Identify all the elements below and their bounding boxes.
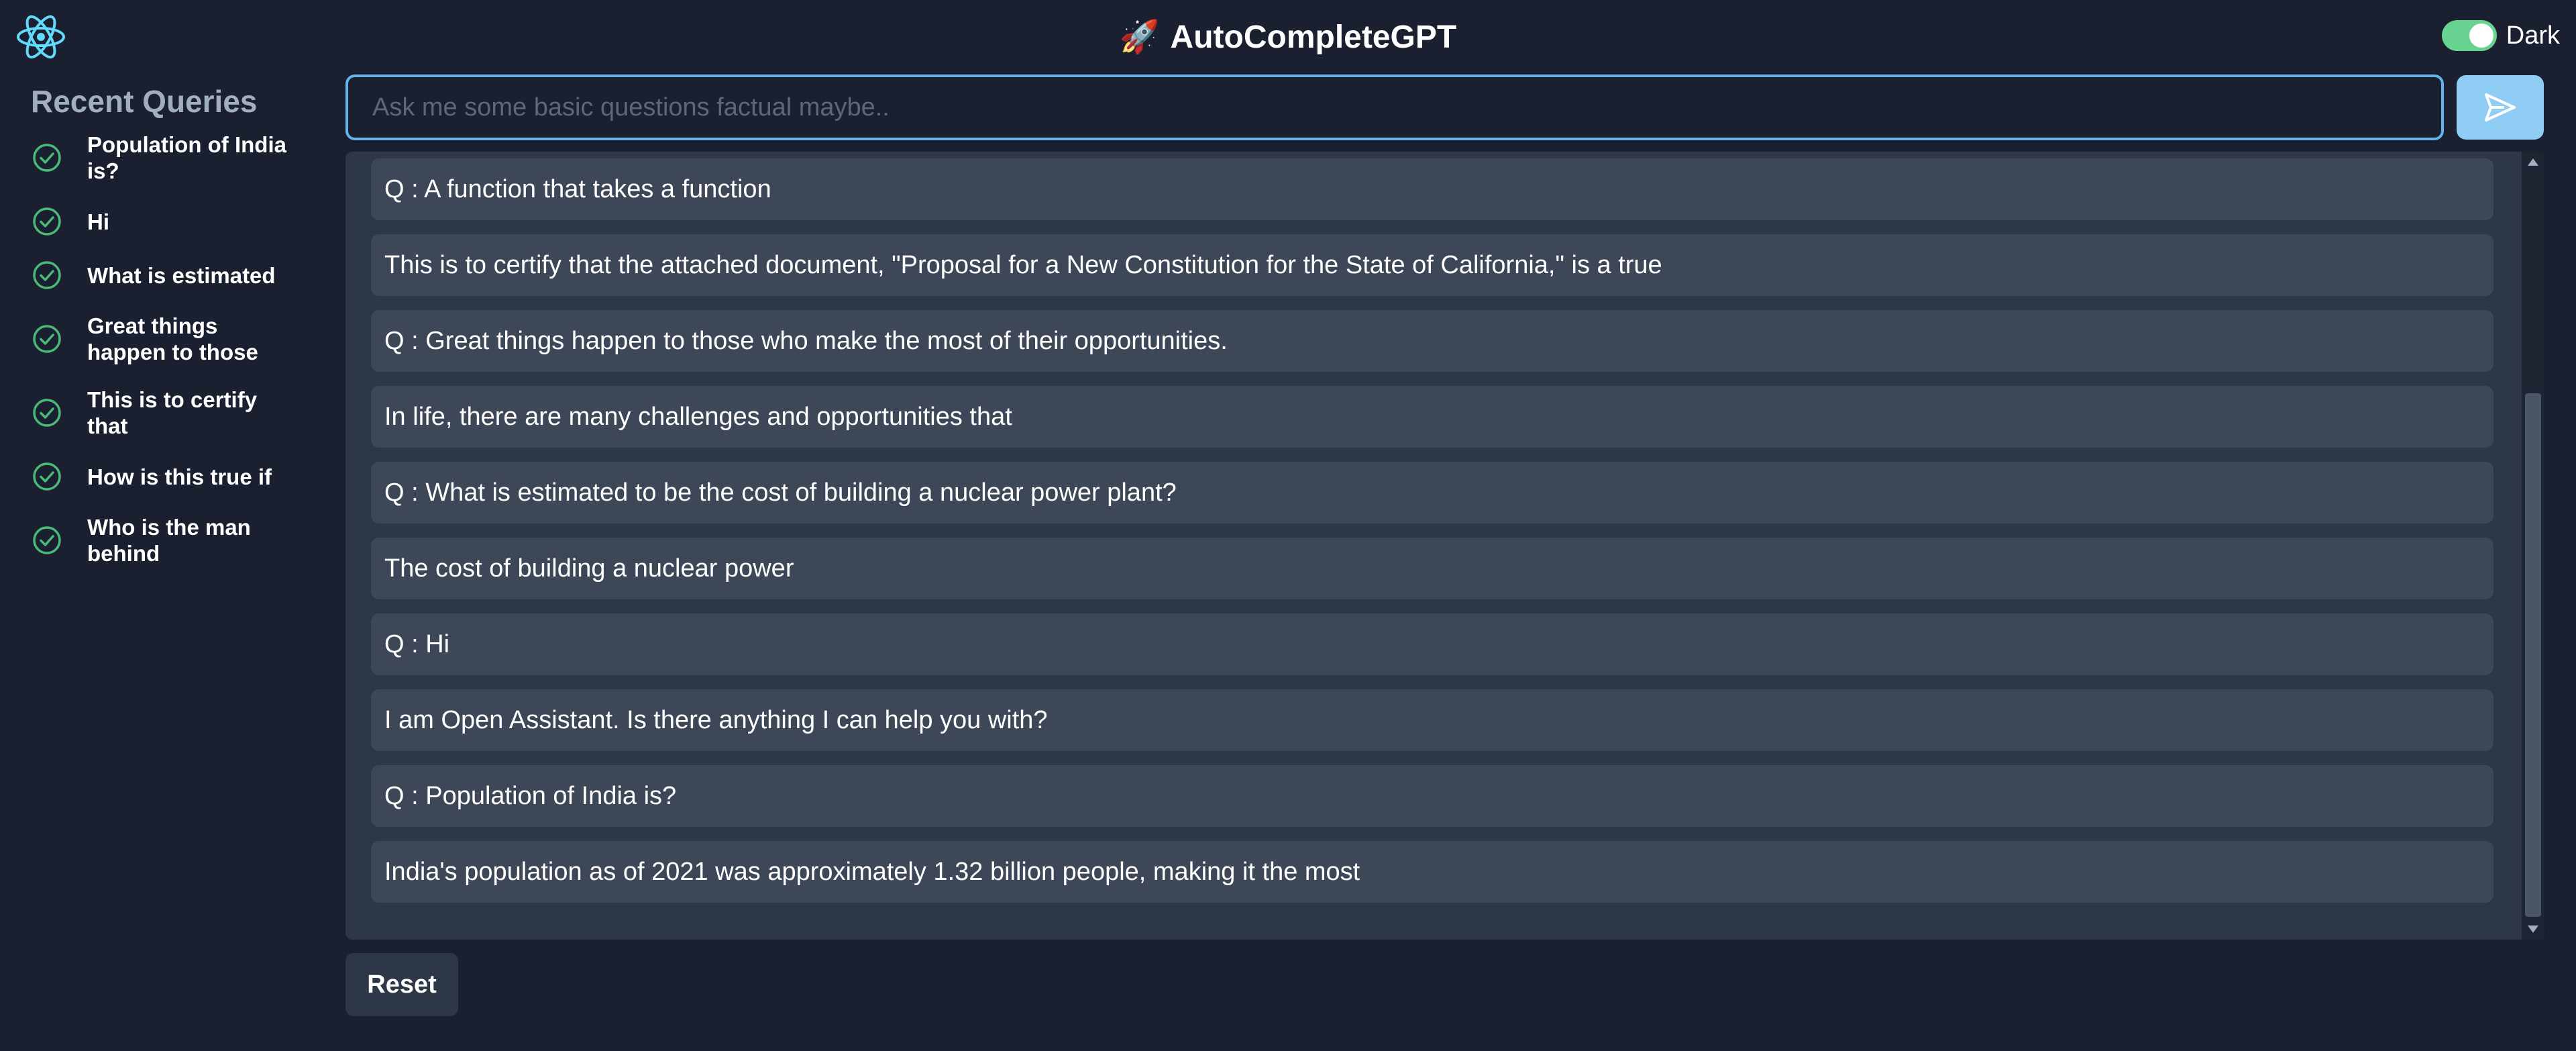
- check-circle-icon: [33, 144, 61, 172]
- message-item: I am Open Assistant. Is there anything I…: [371, 689, 2493, 751]
- recent-queries-list: Population of India is? Hi What is estim…: [31, 132, 313, 566]
- check-circle-icon: [33, 462, 61, 491]
- recent-query-item[interactable]: Hi: [31, 205, 313, 238]
- message-item: Q : What is estimated to be the cost of …: [371, 462, 2493, 523]
- sidebar: Recent Queries Population of India is? H…: [31, 83, 313, 588]
- recent-query-label: How is this true if: [87, 464, 272, 489]
- message-item: Q : Hi: [371, 613, 2493, 675]
- send-arrow-icon: [2485, 93, 2516, 121]
- scroll-down-arrow-icon[interactable]: [2528, 925, 2538, 933]
- recent-query-label: This is to certify that: [87, 387, 258, 438]
- recent-query-label: Who is the man behind: [87, 515, 251, 566]
- check-circle-icon: [33, 526, 61, 554]
- messages-panel[interactable]: Q : A function that takes a function Thi…: [345, 152, 2544, 940]
- message-item: India's population as of 2021 was approx…: [371, 841, 2493, 903]
- theme-label: Dark: [2506, 21, 2560, 50]
- message-item: Q : A function that takes a function: [371, 158, 2493, 220]
- app-root: 🚀 AutoCompleteGPT Dark Recent Queries Pop…: [0, 0, 2576, 1051]
- sidebar-title: Recent Queries: [31, 84, 258, 119]
- message-item: The cost of building a nuclear power: [371, 538, 2493, 599]
- messages-list: Q : A function that takes a function Thi…: [371, 158, 2493, 917]
- message-item: Q : Great things happen to those who mak…: [371, 310, 2493, 372]
- check-circle-icon: [33, 399, 61, 427]
- scrollbar[interactable]: [2522, 152, 2544, 940]
- check-circle-icon: [33, 325, 61, 353]
- reset-button[interactable]: Reset: [345, 953, 458, 1016]
- recent-query-label: What is estimated: [87, 262, 276, 288]
- message-item: Q : Population of India is?: [371, 765, 2493, 827]
- scrollbar-thumb[interactable]: [2525, 393, 2541, 917]
- message-item: This is to certify that the attached doc…: [371, 234, 2493, 296]
- recent-query-item[interactable]: This is to certify that: [31, 387, 313, 439]
- recent-query-item[interactable]: How is this true if: [31, 460, 313, 493]
- recent-query-label: Great things happen to those: [87, 313, 258, 364]
- message-item: In life, there are many challenges and o…: [371, 386, 2493, 448]
- theme-toggle-switch[interactable]: [2441, 20, 2497, 51]
- check-circle-icon: [33, 207, 61, 236]
- recent-query-item[interactable]: What is estimated: [31, 259, 313, 291]
- app-title: 🚀 AutoCompleteGPT: [0, 17, 2576, 56]
- recent-query-label: Hi: [87, 209, 109, 234]
- check-circle-icon: [33, 261, 61, 289]
- app-title-text: AutoCompleteGPT: [1170, 19, 1457, 55]
- theme-toggle[interactable]: Dark: [2441, 20, 2560, 51]
- send-button[interactable]: [2457, 75, 2544, 140]
- scroll-up-arrow-icon[interactable]: [2528, 158, 2538, 166]
- recent-query-item[interactable]: Population of India is?: [31, 132, 313, 184]
- search-input[interactable]: [345, 74, 2444, 140]
- recent-query-label: Population of India is?: [87, 132, 286, 183]
- rocket-icon: 🚀: [1119, 19, 1160, 55]
- recent-query-item[interactable]: Great things happen to those: [31, 313, 313, 365]
- recent-query-item[interactable]: Who is the man behind: [31, 514, 313, 566]
- toggle-knob: [2469, 23, 2493, 48]
